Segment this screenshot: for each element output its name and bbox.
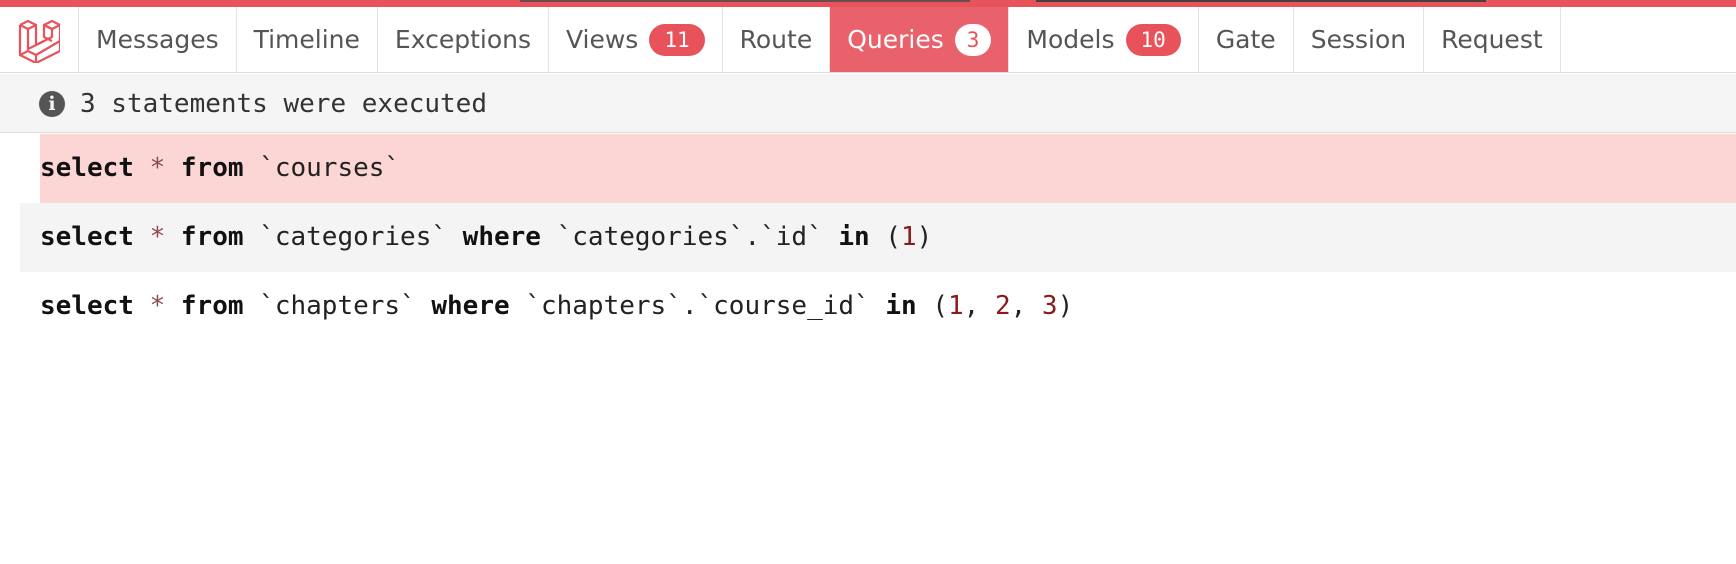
sql-text: , (963, 291, 995, 321)
sql-text: `chapters` (259, 291, 416, 321)
sql-keyword: from (180, 291, 244, 321)
count-badge: 10 (1125, 23, 1181, 56)
sql-text: `chapters`.`course_id` (525, 291, 870, 321)
sql-operator: * (149, 222, 166, 252)
sql-text: ) (916, 222, 933, 252)
sql-keyword: select (40, 222, 134, 252)
tab-session[interactable]: Session (1294, 7, 1425, 72)
tab-label: Messages (96, 25, 219, 54)
tab-label: Queries (847, 25, 944, 54)
tab-label: Timeline (253, 25, 360, 54)
tab-models[interactable]: Models 10 (1009, 7, 1199, 72)
info-icon: i (39, 91, 65, 117)
sql-keyword: from (180, 222, 244, 252)
top-strip-artifact (1036, 0, 1486, 2)
tab-gate[interactable]: Gate (1199, 7, 1294, 72)
tab-route[interactable]: Route (723, 7, 831, 72)
sql-text: ( (932, 291, 948, 321)
debugbar-tab-bar: Messages Timeline Exceptions Views 11 Ro… (0, 7, 1736, 73)
sql-operator: * (149, 291, 166, 321)
top-strip-artifact (520, 0, 970, 2)
sql-keyword: where (462, 222, 541, 252)
tab-label: Request (1441, 25, 1543, 54)
sql-keyword: in (885, 291, 917, 321)
tab-label: Views (565, 25, 639, 54)
query-row[interactable]: select * from `chapters` where `chapters… (20, 272, 1736, 341)
tab-queries[interactable]: Queries 3 (830, 7, 1010, 72)
count-badge: 11 (649, 23, 705, 56)
laravel-logo-svg (18, 19, 60, 63)
tab-views[interactable]: Views 11 (549, 7, 723, 72)
sql-text: `courses` (259, 153, 401, 183)
sql-operator: * (149, 153, 166, 183)
sql-text: ( (885, 222, 901, 252)
tab-label: Session (1310, 25, 1407, 54)
query-row[interactable]: select * from `categories` where `catego… (20, 203, 1736, 272)
sql-keyword: in (838, 222, 870, 252)
tab-messages[interactable]: Messages (79, 7, 237, 72)
sql-keyword: select (40, 153, 134, 183)
sql-keyword: where (431, 291, 510, 321)
sql-number: 2 (994, 291, 1011, 321)
sql-text: `categories`.`id` (556, 222, 823, 252)
statements-summary-bar: i 3 statements were executed (0, 74, 1736, 133)
tab-label: Exceptions (394, 25, 531, 54)
laravel-logo-icon[interactable] (0, 7, 79, 72)
sql-keyword: select (40, 291, 134, 321)
sql-number: 1 (947, 291, 964, 321)
sql-text: ) (1057, 291, 1074, 321)
sql-number: 1 (901, 222, 917, 252)
sql-text: `categories` (259, 222, 448, 252)
count-badge: 3 (954, 23, 992, 56)
statements-summary-text: 3 statements were executed (80, 89, 487, 119)
tab-label: Gate (1215, 25, 1276, 54)
query-row[interactable]: select * from `courses` (40, 134, 1736, 203)
tab-timeline[interactable]: Timeline (237, 7, 378, 72)
tab-label: Models (1026, 25, 1115, 54)
tab-exceptions[interactable]: Exceptions (378, 7, 549, 72)
sql-number: 3 (1041, 291, 1058, 321)
tab-label: Route (739, 25, 813, 54)
tab-request[interactable]: Request (1424, 7, 1561, 72)
top-accent-strip (0, 0, 1736, 7)
sql-keyword: from (180, 153, 244, 183)
sql-text: , (1010, 291, 1042, 321)
